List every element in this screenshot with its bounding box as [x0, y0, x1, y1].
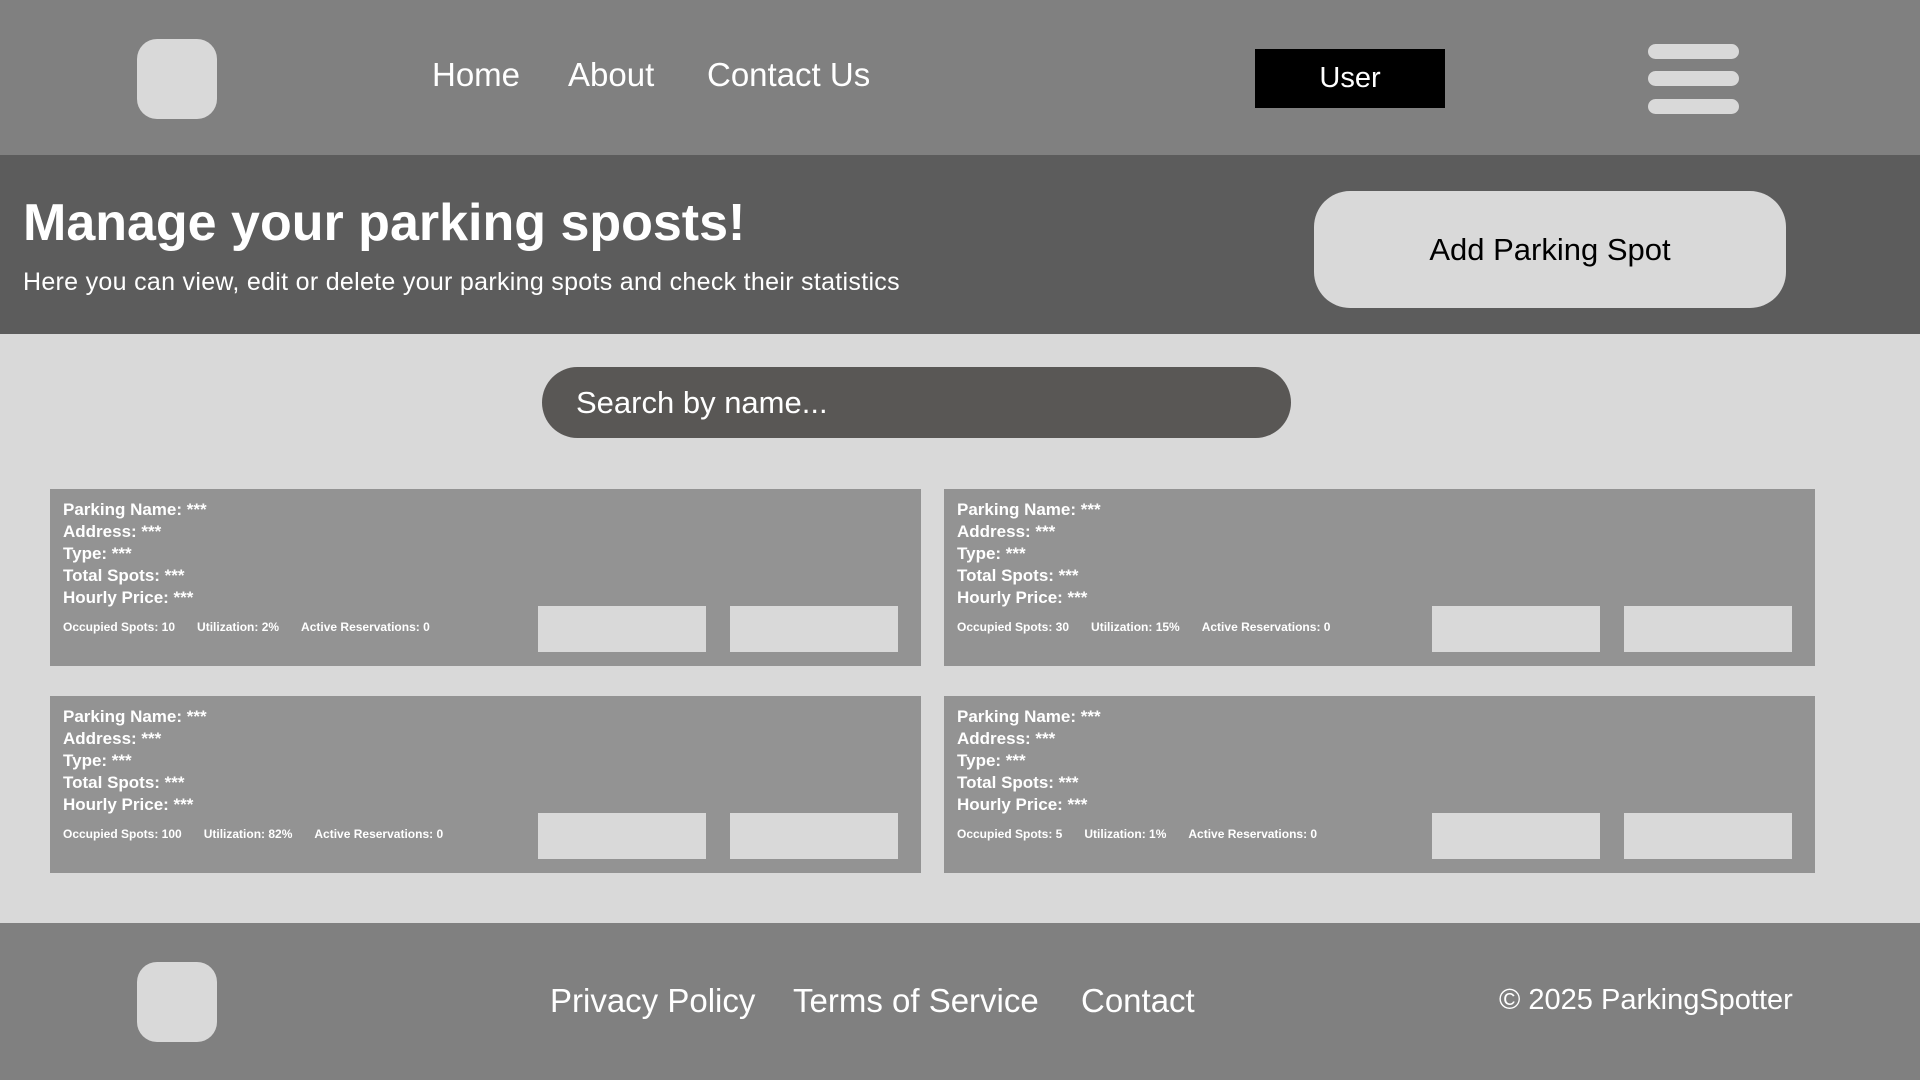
- card-stats: Occupied Spots: 100 Utilization: 82% Act…: [63, 827, 443, 841]
- hourly-price-field: Hourly Price: ***: [63, 795, 194, 814]
- active-reservations-stat: Active Reservations: 0: [314, 827, 444, 841]
- occupied-spots-stat: Occupied Spots: 100: [63, 827, 182, 841]
- parking-card: Parking Name: *** Address: *** Type: ***…: [50, 489, 921, 666]
- parking-name-field: Parking Name: ***: [957, 500, 1101, 519]
- menu-bar: [1648, 99, 1739, 114]
- address-field: Address: ***: [957, 729, 1056, 748]
- footer-contact-link[interactable]: Contact: [1081, 984, 1195, 1017]
- card-stats: Occupied Spots: 5 Utilization: 1% Active…: [957, 827, 1317, 841]
- total-spots-field: Total Spots: ***: [957, 566, 1079, 585]
- search-input[interactable]: [576, 367, 1266, 438]
- total-spots-field: Total Spots: ***: [957, 773, 1079, 792]
- active-reservations-stat: Active Reservations: 0: [301, 620, 430, 634]
- occupied-spots-stat: Occupied Spots: 5: [957, 827, 1063, 841]
- site-footer: Privacy Policy Terms of Service Contact …: [0, 923, 1920, 1080]
- active-reservations-stat: Active Reservations: 0: [1201, 620, 1331, 634]
- parking-card: Parking Name: *** Address: *** Type: ***…: [50, 696, 921, 873]
- utilization-stat: Utilization: 82%: [203, 827, 293, 841]
- card-fields: Parking Name: *** Address: *** Type: ***…: [957, 499, 1101, 609]
- card-fields: Parking Name: *** Address: *** Type: ***…: [63, 706, 207, 816]
- address-field: Address: ***: [63, 729, 162, 748]
- page-title: Manage your parking sposts!: [23, 194, 746, 252]
- page-subtitle: Here you can view, edit or delete your p…: [23, 268, 900, 296]
- copyright-text: © 2025 ParkingSpotter: [1499, 984, 1793, 1016]
- hourly-price-field: Hourly Price: ***: [63, 588, 194, 607]
- parking-name-field: Parking Name: ***: [63, 707, 207, 726]
- card-edit-button[interactable]: [1432, 813, 1600, 859]
- header-logo[interactable]: [137, 39, 217, 119]
- card-stats: Occupied Spots: 10 Utilization: 2% Activ…: [63, 620, 430, 634]
- menu-bar: [1648, 44, 1739, 59]
- add-parking-spot-button[interactable]: Add Parking Spot: [1314, 191, 1786, 308]
- card-fields: Parking Name: *** Address: *** Type: ***…: [957, 706, 1101, 816]
- total-spots-field: Total Spots: ***: [63, 773, 185, 792]
- card-edit-button[interactable]: [1432, 606, 1600, 652]
- site-header: Home About Contact Us User: [0, 0, 1920, 155]
- active-reservations-stat: Active Reservations: 0: [1188, 827, 1318, 841]
- hourly-price-field: Hourly Price: ***: [957, 588, 1088, 607]
- type-field: Type: ***: [63, 751, 132, 770]
- total-spots-field: Total Spots: ***: [63, 566, 185, 585]
- nav-about-link[interactable]: About: [568, 58, 654, 91]
- footer-logo[interactable]: [137, 962, 217, 1042]
- type-field: Type: ***: [63, 544, 132, 563]
- hamburger-menu-icon[interactable]: [1648, 44, 1739, 114]
- utilization-stat: Utilization: 15%: [1091, 620, 1180, 634]
- utilization-stat: Utilization: 2%: [197, 620, 280, 634]
- card-stats: Occupied Spots: 30 Utilization: 15% Acti…: [957, 620, 1330, 634]
- parking-card: Parking Name: *** Address: *** Type: ***…: [944, 489, 1815, 666]
- privacy-policy-link[interactable]: Privacy Policy: [550, 984, 755, 1017]
- card-delete-button[interactable]: [1624, 813, 1792, 859]
- parking-name-field: Parking Name: ***: [63, 500, 207, 519]
- occupied-spots-stat: Occupied Spots: 10: [63, 620, 176, 634]
- nav-contact-link[interactable]: Contact Us: [707, 58, 870, 91]
- card-edit-button[interactable]: [538, 606, 706, 652]
- search-bar[interactable]: [542, 367, 1291, 438]
- nav-home-link[interactable]: Home: [432, 58, 520, 91]
- card-delete-button[interactable]: [730, 606, 898, 652]
- type-field: Type: ***: [957, 544, 1026, 563]
- terms-of-service-link[interactable]: Terms of Service: [793, 984, 1039, 1017]
- address-field: Address: ***: [957, 522, 1056, 541]
- utilization-stat: Utilization: 1%: [1084, 827, 1167, 841]
- hourly-price-field: Hourly Price: ***: [957, 795, 1088, 814]
- parking-card: Parking Name: *** Address: *** Type: ***…: [944, 696, 1815, 873]
- occupied-spots-stat: Occupied Spots: 30: [957, 620, 1070, 634]
- menu-bar: [1648, 71, 1739, 86]
- address-field: Address: ***: [63, 522, 162, 541]
- card-edit-button[interactable]: [538, 813, 706, 859]
- hero-banner: Manage your parking sposts! Here you can…: [0, 155, 1920, 334]
- card-delete-button[interactable]: [730, 813, 898, 859]
- parking-name-field: Parking Name: ***: [957, 707, 1101, 726]
- card-delete-button[interactable]: [1624, 606, 1792, 652]
- user-button[interactable]: User: [1255, 49, 1445, 108]
- card-fields: Parking Name: *** Address: *** Type: ***…: [63, 499, 207, 609]
- type-field: Type: ***: [957, 751, 1026, 770]
